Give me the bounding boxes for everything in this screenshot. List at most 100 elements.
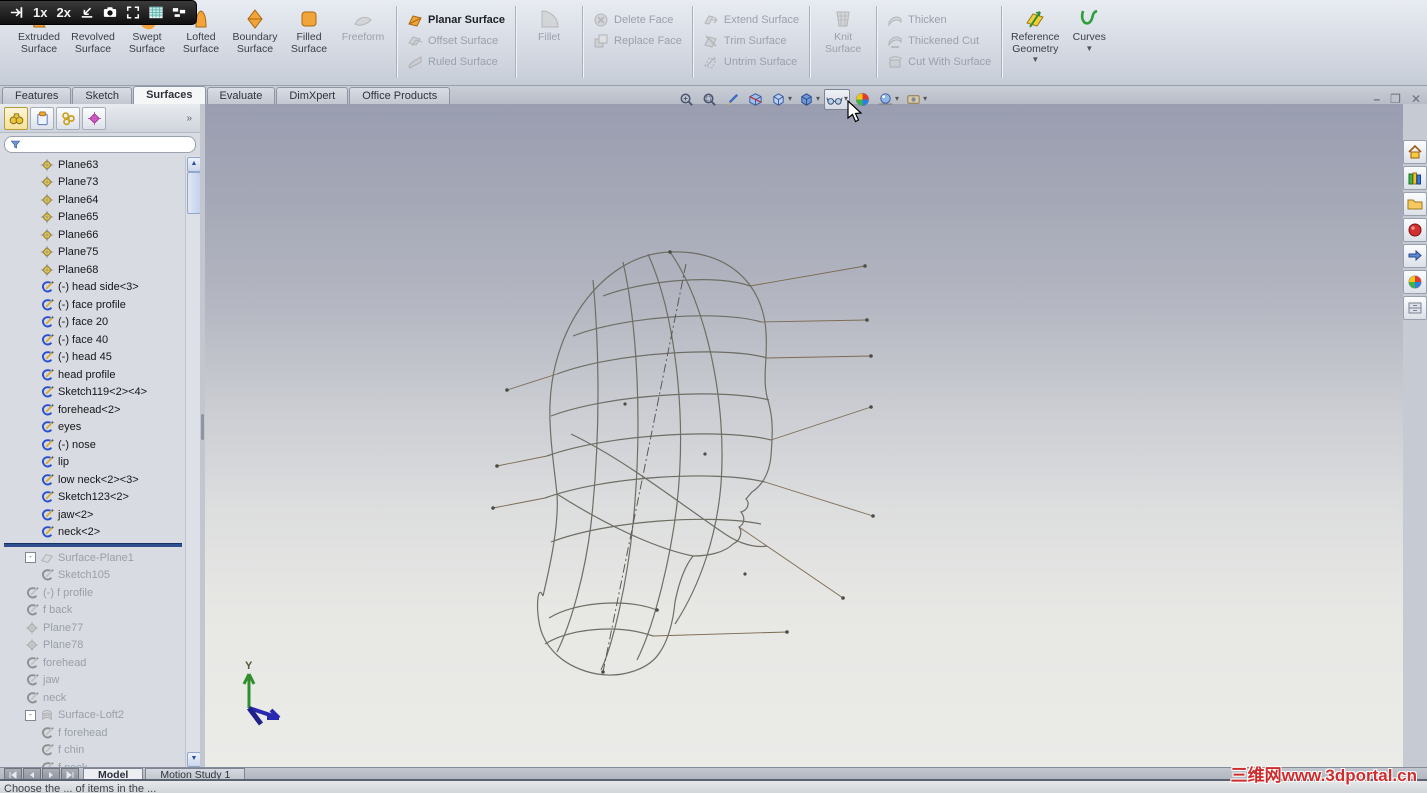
tree-item[interactable]: Sketch119<2><4> — [0, 384, 186, 402]
tree-item[interactable]: Plane73 — [0, 174, 186, 192]
close-icon[interactable]: ✕ — [1411, 92, 1421, 106]
fullscreen-icon[interactable] — [126, 5, 140, 20]
tree-item[interactable]: Plane75 — [0, 244, 186, 262]
tab-office-products[interactable]: Office Products — [349, 87, 451, 104]
tree-expander[interactable]: - — [25, 552, 36, 564]
tree-item[interactable]: Plane78 — [0, 637, 186, 655]
tree-item[interactable]: f chin — [0, 742, 186, 760]
ribbon-group: Reference Geometry ▼ Curves ▼ — [1004, 2, 1120, 68]
view-settings-button[interactable]: ▾ — [903, 89, 929, 110]
tree-item[interactable]: (-) face 40 — [0, 331, 186, 349]
plane-icon — [25, 621, 39, 635]
surfaces-ribbon: Extruded Surface Revolved Surface Swept Su… — [0, 0, 1427, 86]
binoculars-tab[interactable] — [4, 106, 28, 130]
tab-dimxpert[interactable]: DimXpert — [276, 87, 349, 104]
house-tab[interactable] — [1403, 140, 1427, 164]
tree-item[interactable]: Plane65 — [0, 209, 186, 227]
restore-icon[interactable]: ❐ — [1390, 92, 1401, 106]
planar-surface-button[interactable]: Planar Surface — [403, 10, 509, 30]
splitter-grip[interactable] — [201, 414, 204, 440]
tree-item[interactable]: Plane64 — [0, 191, 186, 209]
import-icon[interactable] — [80, 5, 94, 20]
tree-item[interactable]: f forehead — [0, 724, 186, 742]
tree-scrollbar[interactable]: ▲ ▼ — [185, 156, 200, 768]
tree-expander[interactable]: - — [25, 709, 36, 721]
tree-item[interactable]: forehead<2> — [0, 401, 186, 419]
display-style-button[interactable]: ▾ — [796, 89, 822, 110]
minimize-icon[interactable]: – — [1373, 92, 1380, 106]
tree-item[interactable]: Sketch105 — [0, 567, 186, 585]
chevron-down-icon[interactable]: ▼ — [1085, 44, 1093, 52]
tree-item[interactable]: head profile — [0, 366, 186, 384]
graphics-viewport[interactable]: Y — [205, 104, 1403, 768]
chevron-down-icon[interactable]: ▾ — [816, 95, 820, 103]
recorder-speed-1x[interactable]: 1x — [33, 5, 47, 20]
tab-sketch[interactable]: Sketch — [72, 87, 133, 104]
arrows-tab[interactable] — [1403, 244, 1427, 268]
tree-item[interactable]: (-) f profile — [0, 584, 186, 602]
image-icon[interactable] — [149, 5, 163, 20]
previous-view-button[interactable] — [722, 89, 743, 110]
scroll-thumb[interactable] — [187, 172, 200, 214]
tree-item[interactable]: jaw — [0, 672, 186, 690]
tree-item[interactable]: Plane77 — [0, 619, 186, 637]
red-sphere-tab[interactable] — [1403, 218, 1427, 242]
tree-item[interactable]: Plane63 — [0, 156, 186, 174]
tree-item[interactable]: forehead — [0, 654, 186, 672]
tree-item[interactable]: - Surface-Loft2 — [0, 707, 186, 725]
tree-item[interactable]: jaw<2> — [0, 506, 186, 524]
recorder-speed-2x[interactable]: 2x — [56, 5, 70, 20]
chevron-down-icon[interactable]: ▼ — [1031, 56, 1039, 64]
sketch-icon — [40, 568, 54, 582]
clipboard-tab[interactable] — [30, 106, 54, 130]
tree-item[interactable]: (-) head side<3> — [0, 279, 186, 297]
tree-item[interactable]: (-) face profile — [0, 296, 186, 314]
panel-overflow-chevron[interactable]: » — [186, 113, 196, 124]
tree-item[interactable]: Sketch123<2> — [0, 489, 186, 507]
filled-surface-button[interactable]: Filled Surface — [282, 4, 336, 58]
folder-tab[interactable] — [1403, 192, 1427, 216]
color-sphere-tab[interactable] — [1403, 270, 1427, 294]
chevron-down-icon[interactable]: ▾ — [895, 95, 899, 103]
zoom-to-area-button[interactable] — [699, 89, 720, 110]
scroll-down-button[interactable]: ▼ — [187, 752, 200, 767]
tab-features[interactable]: Features — [2, 87, 72, 104]
tree-item[interactable]: lip — [0, 454, 186, 472]
fillet-icon — [537, 7, 561, 31]
chevron-down-icon[interactable]: ▾ — [788, 95, 792, 103]
chevron-down-icon[interactable]: ▾ — [923, 95, 927, 103]
apply-scene-button[interactable]: ▾ — [875, 89, 901, 110]
camera-icon[interactable] — [103, 5, 117, 20]
view-orientation-button[interactable]: ▾ — [768, 89, 794, 110]
tree-item[interactable]: f back — [0, 602, 186, 620]
tree-item-label: forehead<2> — [58, 403, 121, 416]
section-view-button[interactable] — [745, 89, 766, 110]
tree-filter-input[interactable] — [4, 136, 196, 153]
folder-icon — [1407, 196, 1423, 212]
rollback-bar[interactable] — [4, 543, 182, 547]
tree-item[interactable]: eyes — [0, 419, 186, 437]
tree-item[interactable]: neck — [0, 689, 186, 707]
tree-item[interactable]: Plane66 — [0, 226, 186, 244]
tree-item[interactable]: Plane68 — [0, 261, 186, 279]
tree-item[interactable]: (-) head 45 — [0, 349, 186, 367]
zoom-to-fit-button[interactable] — [676, 89, 697, 110]
reference-geometry-button[interactable]: Reference Geometry ▼ — [1008, 4, 1062, 66]
links-tab[interactable] — [56, 106, 80, 130]
tree-item[interactable]: low neck<2><3> — [0, 471, 186, 489]
tree-item[interactable]: neck<2> — [0, 524, 186, 542]
tree-item[interactable]: (-) nose — [0, 436, 186, 454]
boundary-surface-button[interactable]: Boundary Surface — [228, 4, 282, 58]
tab-surfaces[interactable]: Surfaces — [133, 86, 206, 104]
tree-item[interactable]: - Surface-Plane1 — [0, 549, 186, 567]
tree-item[interactable]: (-) face 20 — [0, 314, 186, 332]
curves-button[interactable]: Curves ▼ — [1062, 4, 1116, 55]
scroll-up-button[interactable]: ▲ — [187, 157, 200, 172]
untrim-surface-icon — [703, 54, 719, 70]
drawer-tab[interactable] — [1403, 296, 1427, 320]
layout-icon[interactable] — [172, 5, 186, 20]
tree-item-label: f chin — [58, 744, 85, 757]
diamond-tab[interactable] — [82, 106, 106, 130]
books-tab[interactable] — [1403, 166, 1427, 190]
tab-evaluate[interactable]: Evaluate — [206, 87, 276, 104]
